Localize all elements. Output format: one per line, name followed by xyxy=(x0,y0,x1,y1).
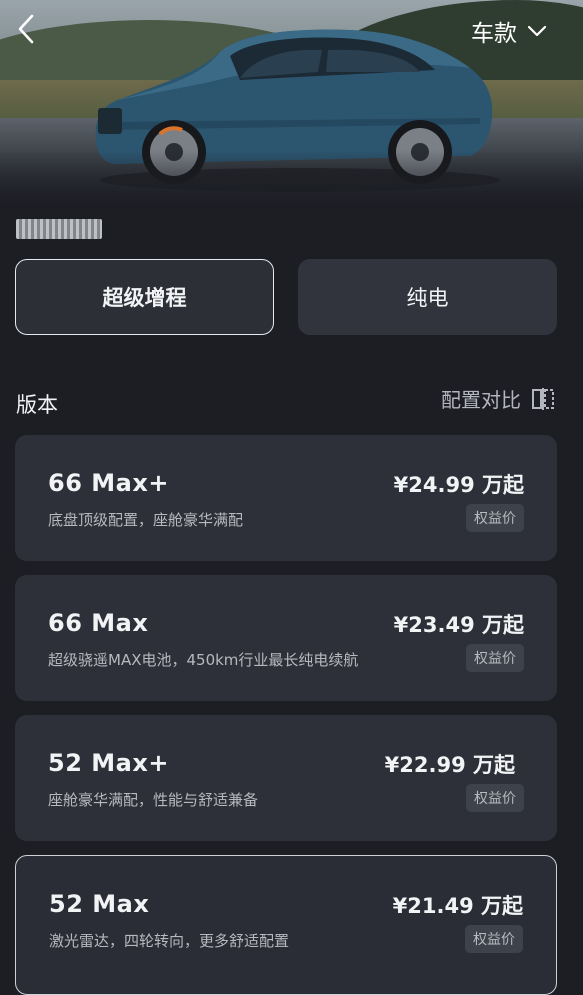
version-price: ¥21.49 万起 xyxy=(392,894,523,918)
version-card-selected[interactable]: 52 Max 激光雷达，四轮转向，更多舒适配置 ¥21.49 万起 权益价 xyxy=(15,855,557,995)
hero-fade xyxy=(0,150,583,205)
tab-label: 纯电 xyxy=(406,286,449,310)
version-desc: 底盘顶级配置，座舱豪华满配 xyxy=(48,511,244,529)
version-name: 66 Max xyxy=(48,609,149,637)
price-badge: 权益价 xyxy=(466,504,524,532)
back-button[interactable] xyxy=(12,12,42,46)
tab-pure-electric[interactable]: 纯电 xyxy=(298,259,557,335)
version-card[interactable]: 52 Max+ 座舱豪华满配，性能与舒适兼备 ¥22.99 万起 权益价 xyxy=(15,715,557,841)
tab-label: 超级增程 xyxy=(102,286,187,310)
compare-config-button[interactable]: 配置对比 xyxy=(441,384,555,413)
price-badge: 权益价 xyxy=(466,644,524,672)
version-price: ¥23.49 万起 xyxy=(393,613,524,637)
price-badge: 权益价 xyxy=(466,784,524,812)
section-title: 版本 xyxy=(16,393,58,417)
chevron-down-icon xyxy=(527,25,547,37)
version-card[interactable]: 66 Max 超级骁遥MAX电池，450km行业最长纯电续航 ¥23.49 万起… xyxy=(15,575,557,701)
version-name: 52 Max xyxy=(49,890,150,918)
tab-extended-range[interactable]: 超级增程 xyxy=(15,259,274,335)
version-desc: 超级骁遥MAX电池，450km行业最长纯电续航 xyxy=(48,651,359,669)
price-badge: 权益价 xyxy=(465,925,523,953)
version-name: 66 Max+ xyxy=(48,469,169,497)
version-name: 52 Max+ xyxy=(48,749,169,777)
version-price: ¥22.99 万起 xyxy=(384,753,515,777)
version-desc: 激光雷达，四轮转向，更多舒适配置 xyxy=(49,932,290,950)
compare-icon xyxy=(532,387,554,410)
redacted-text xyxy=(16,219,102,239)
model-select[interactable]: 车款 xyxy=(471,14,547,48)
chevron-left-icon xyxy=(18,14,34,44)
model-select-label: 车款 xyxy=(471,21,517,47)
compare-label: 配置对比 xyxy=(441,388,521,412)
version-card[interactable]: 66 Max+ 底盘顶级配置，座舱豪华满配 ¥24.99 万起 权益价 xyxy=(15,435,557,561)
version-price: ¥24.99 万起 xyxy=(393,473,524,497)
version-desc: 座舱豪华满配，性能与舒适兼备 xyxy=(48,791,259,809)
